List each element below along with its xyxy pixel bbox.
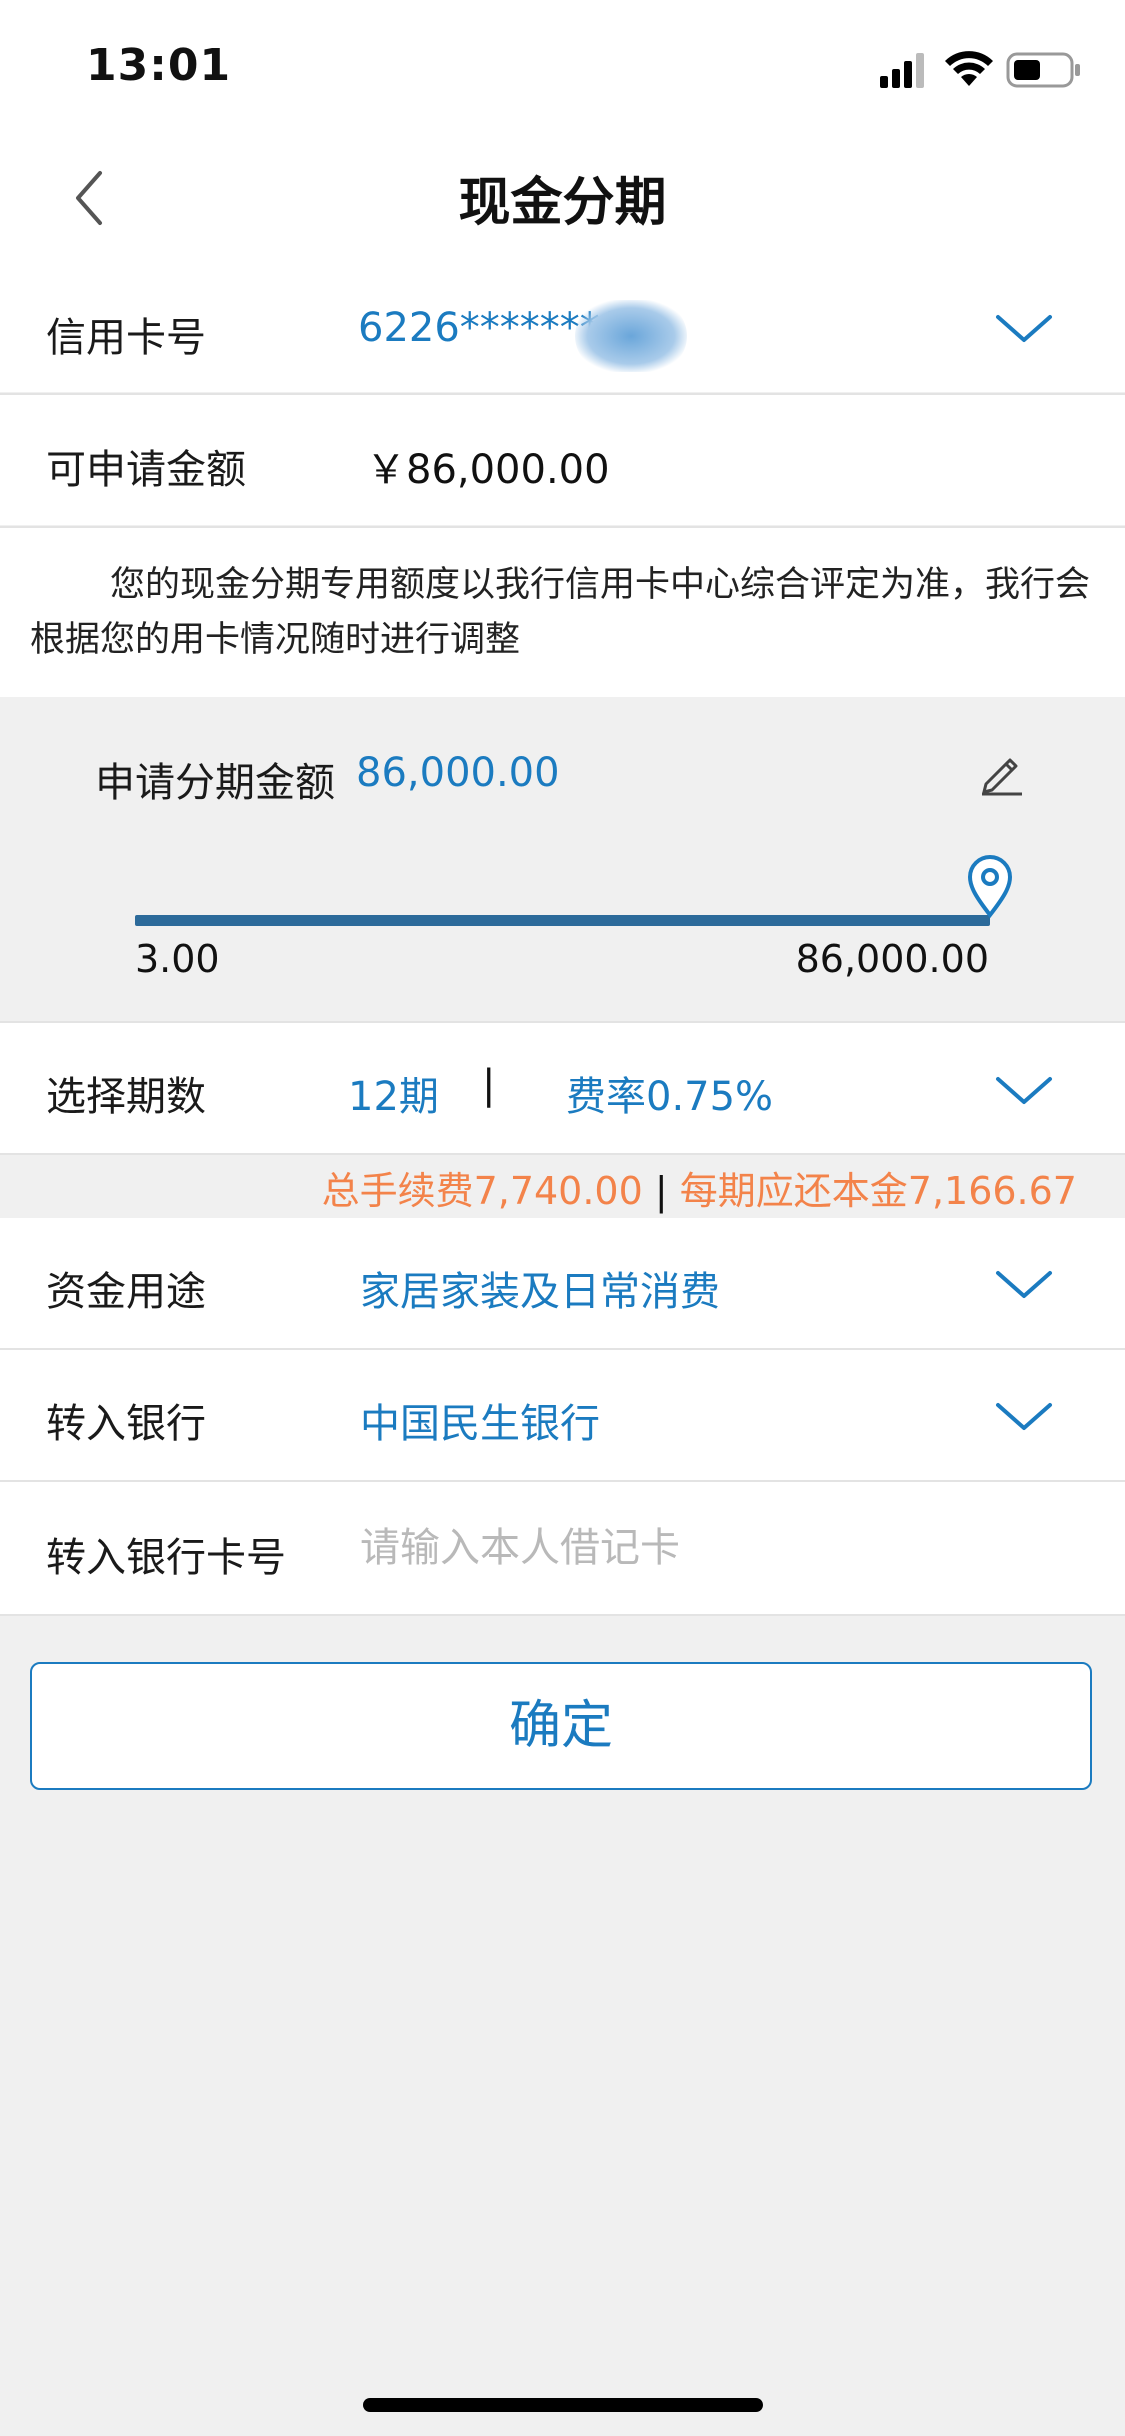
slider-min-label: 3.00 — [135, 937, 220, 981]
per-period-principal: 每期应还本金7,166.67 — [679, 1169, 1077, 1213]
location-pin-icon[interactable] — [966, 853, 1014, 923]
fee-rate-value: 费率0.75% — [566, 1074, 774, 1120]
period-label: 选择期数 — [46, 1074, 206, 1120]
slider-max-label: 86,000.00 — [795, 937, 989, 981]
available-amount-label: 可申请金额 — [46, 447, 246, 493]
edit-icon[interactable] — [978, 748, 1026, 800]
notice-text: 您的现金分期专用额度以我行信用卡中心综合评定为准，我行会根据您的用卡情况随时进行… — [30, 565, 1091, 660]
chevron-down-icon[interactable] — [995, 1074, 1053, 1108]
signal-icon — [880, 52, 930, 92]
transfer-bank-label: 转入银行 — [46, 1401, 206, 1447]
period-value: 12期 — [348, 1074, 439, 1120]
chevron-down-icon[interactable] — [995, 312, 1053, 346]
page-title: 现金分期 — [458, 173, 667, 233]
wifi-icon — [945, 50, 993, 92]
chevron-down-icon[interactable] — [995, 1400, 1053, 1434]
credit-card-label: 信用卡号 — [46, 315, 206, 361]
fund-purpose-value: 家居家装及日常消费 — [360, 1269, 720, 1315]
battery-icon — [1006, 52, 1082, 92]
fee-summary: 总手续费7,740.00 | 每期应还本金7,166.67 — [322, 1160, 1077, 1215]
slider-track[interactable] — [135, 915, 990, 926]
chevron-down-icon[interactable] — [995, 1268, 1053, 1302]
redaction-blur — [575, 300, 687, 372]
transfer-card-input[interactable] — [360, 1508, 1060, 1588]
available-amount-value: ￥86,000.00 — [366, 447, 610, 493]
transfer-bank-value: 中国民生银行 — [360, 1401, 600, 1447]
fund-purpose-label: 资金用途 — [46, 1269, 206, 1315]
period-separator: | — [482, 1062, 496, 1108]
status-time: 13:01 — [86, 40, 232, 91]
confirm-button-label: 确定 — [508, 1696, 613, 1756]
total-fee: 总手续费7,740.00 — [321, 1169, 643, 1213]
fee-separator: | — [642, 1169, 680, 1213]
divider — [0, 1614, 1125, 1616]
apply-amount-value: 86,000.00 — [356, 750, 560, 796]
apply-amount-label: 申请分期金额 — [95, 760, 335, 806]
transfer-card-label: 转入银行卡号 — [46, 1535, 286, 1581]
home-indicator[interactable] — [363, 2398, 763, 2412]
confirm-button[interactable]: 确定 — [30, 1662, 1092, 1790]
